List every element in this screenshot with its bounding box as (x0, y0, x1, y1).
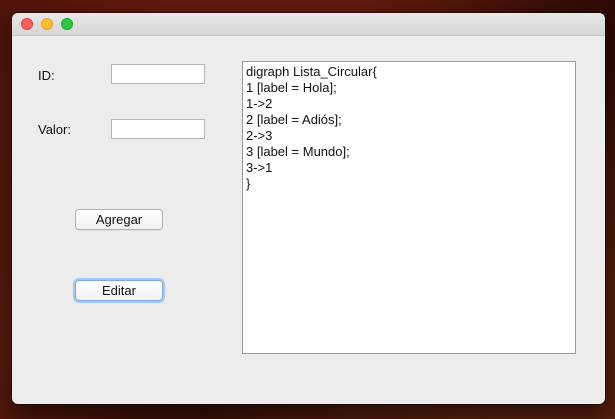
output-line: 2 [label = Adiós]; (246, 112, 342, 127)
output-line: digraph Lista_Circular{ (246, 64, 377, 79)
output-line: 1 [label = Hola]; (246, 80, 337, 95)
output-line: 2->3 (246, 128, 273, 143)
value-input[interactable] (111, 119, 205, 139)
minimize-window-button[interactable] (41, 18, 53, 30)
id-label: ID: (38, 68, 55, 83)
add-button[interactable]: Agregar (75, 209, 163, 230)
id-input[interactable] (111, 64, 205, 84)
close-window-button[interactable] (21, 18, 33, 30)
value-label: Valor: (38, 122, 71, 137)
output-line: 3->1 (246, 160, 273, 175)
output-line: 1->2 (246, 96, 273, 111)
output-line: 3 [label = Mundo]; (246, 144, 350, 159)
graph-output-textarea[interactable]: digraph Lista_Circular{1 [label = Hola];… (242, 61, 576, 354)
output-line: } (246, 176, 251, 191)
app-window: ID: Valor: Agregar Editar digraph Lista_… (12, 13, 605, 404)
maximize-window-button[interactable] (61, 18, 73, 30)
edit-button[interactable]: Editar (75, 280, 163, 301)
title-bar[interactable] (12, 13, 605, 36)
